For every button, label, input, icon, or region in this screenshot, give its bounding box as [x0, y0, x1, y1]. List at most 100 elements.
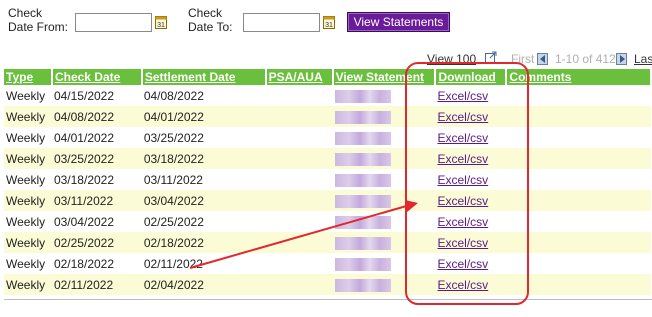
type-cell: Weekly	[6, 214, 46, 229]
view-statement-cell[interactable]	[332, 190, 436, 211]
settlement-date-cell: 04/08/2022	[143, 88, 204, 103]
view-statement-cell[interactable]	[332, 106, 436, 127]
psa-aua-cell	[266, 211, 333, 232]
check-date-to-input[interactable]	[243, 13, 320, 32]
from-label-line2: Date From:	[8, 20, 69, 34]
calendar-icon-text: 31	[157, 22, 165, 29]
comments-cell	[506, 169, 651, 190]
table-header-row: Type Check Date Settlement Date PSA/AUA View…	[4, 69, 652, 85]
table-row: Weekly 02/25/2022 02/18/2022 Excel/csv	[4, 232, 651, 253]
download-cell: Excel/csv	[435, 85, 506, 106]
check-date-to-label: Check Date To:	[188, 6, 232, 34]
excel-csv-link[interactable]: Excel/csv	[437, 236, 488, 250]
column-header[interactable]: Type	[4, 69, 53, 85]
comments-cell	[506, 127, 651, 148]
download-cell: Excel/csv	[435, 232, 507, 253]
download-cell: Excel/csv	[435, 211, 506, 232]
comments-cell	[506, 148, 651, 169]
view-statement-cell[interactable]	[333, 85, 436, 106]
excel-csv-link[interactable]: Excel/csv	[437, 173, 488, 187]
column-header[interactable]: Check Date	[51, 69, 143, 85]
table-row: Weekly 02/11/2022 02/04/2022 Excel/csv	[4, 274, 651, 295]
popout-icon[interactable]	[484, 50, 498, 64]
view-statement-cell[interactable]	[332, 232, 436, 253]
psa-aua-cell	[265, 190, 333, 211]
redacted-statement-link[interactable]	[334, 215, 391, 229]
view-statement-cell[interactable]	[332, 148, 436, 169]
comments-cell	[506, 190, 651, 211]
column-header[interactable]: Comments	[506, 69, 652, 85]
settlement-date-cell: 02/11/2022	[143, 256, 203, 271]
view-statement-cell[interactable]	[333, 211, 436, 232]
type-cell: Weekly	[6, 256, 46, 271]
redacted-statement-link[interactable]	[334, 278, 391, 292]
settlement-date-cell: 02/18/2022	[141, 232, 266, 253]
view-100-link[interactable]: View 100	[427, 51, 476, 67]
table-bottom-divider	[4, 299, 652, 300]
redacted-statement-link[interactable]	[334, 110, 391, 124]
calendar-icon[interactable]: 31	[155, 15, 167, 29]
comments-cell	[506, 106, 651, 127]
settlement-date-cell: 03/04/2022	[141, 190, 266, 211]
type-cell: Weekly	[4, 232, 52, 253]
view-statement-cell[interactable]	[333, 253, 436, 274]
excel-csv-link[interactable]: Excel/csv	[437, 131, 488, 145]
settlement-date-cell: 03/18/2022	[141, 148, 266, 169]
column-header[interactable]: Download	[435, 69, 508, 85]
check-date-cell: 04/08/2022	[51, 106, 142, 127]
psa-aua-cell	[266, 85, 333, 106]
redacted-statement-link[interactable]	[334, 152, 391, 166]
column-header[interactable]: PSA/AUA	[265, 69, 334, 85]
view-statements-button[interactable]: View Statements	[347, 12, 450, 32]
excel-csv-link[interactable]: Excel/csv	[437, 257, 488, 271]
redacted-statement-link[interactable]	[334, 194, 391, 208]
download-cell: Excel/csv	[435, 148, 507, 169]
redacted-statement-link[interactable]	[334, 236, 391, 250]
excel-csv-link[interactable]: Excel/csv	[437, 89, 488, 103]
page-range: 1-10 of 412	[555, 52, 616, 66]
view-statement-cell[interactable]	[332, 274, 436, 295]
last-page-link[interactable]: Last	[634, 51, 652, 67]
table-row: Weekly 03/18/2022 03/11/2022 Excel/csv	[4, 169, 651, 190]
download-cell: Excel/csv	[435, 127, 506, 148]
table-body: Weekly 04/15/2022 04/08/2022 Excel/csv Weekl…	[4, 85, 651, 295]
view-statement-cell[interactable]	[333, 169, 436, 190]
column-header[interactable]: View Statement	[332, 69, 437, 85]
calendar-icon[interactable]: 31	[323, 15, 335, 29]
psa-aua-cell	[265, 232, 333, 253]
check-date-cell: 03/11/2022	[51, 190, 142, 211]
settlement-date-cell: 03/25/2022	[143, 130, 204, 145]
psa-aua-cell	[266, 169, 333, 190]
calendar-icon-text: 31	[325, 22, 333, 29]
settlement-date-cell: 02/04/2022	[141, 274, 266, 295]
table-row: Weekly 04/01/2022 03/25/2022 Excel/csv	[4, 127, 651, 148]
psa-aua-cell	[265, 106, 333, 127]
statements-table: Type Check Date Settlement Date PSA/AUA View…	[4, 69, 652, 295]
redacted-statement-link[interactable]	[334, 131, 391, 145]
excel-csv-link[interactable]: Excel/csv	[437, 278, 488, 292]
excel-csv-link[interactable]: Excel/csv	[437, 110, 488, 124]
check-date-cell: 02/11/2022	[51, 274, 142, 295]
check-date-from-input[interactable]	[75, 13, 152, 32]
next-page-icon[interactable]	[616, 53, 627, 65]
table-row: Weekly 03/11/2022 03/04/2022 Excel/csv	[4, 190, 651, 211]
redacted-statement-link[interactable]	[334, 257, 391, 271]
excel-csv-link[interactable]: Excel/csv	[437, 194, 488, 208]
excel-csv-link[interactable]: Excel/csv	[437, 215, 488, 229]
prev-page-icon[interactable]	[537, 53, 548, 65]
excel-csv-link[interactable]: Excel/csv	[437, 152, 488, 166]
check-date-cell: 02/18/2022	[53, 256, 115, 271]
view-statement-cell[interactable]	[333, 127, 436, 148]
comments-cell	[506, 253, 651, 274]
check-date-cell: 02/25/2022	[51, 232, 142, 253]
check-date-cell: 03/04/2022	[53, 214, 115, 229]
first-page-label: First	[511, 52, 535, 66]
column-header[interactable]: Settlement Date	[141, 69, 267, 85]
check-date-cell: 03/18/2022	[53, 172, 115, 187]
redacted-statement-link[interactable]	[334, 89, 391, 103]
type-cell: Weekly	[4, 106, 52, 127]
type-cell: Weekly	[4, 274, 52, 295]
type-cell: Weekly	[6, 88, 46, 103]
redacted-statement-link[interactable]	[334, 173, 391, 187]
comments-cell	[506, 85, 651, 106]
